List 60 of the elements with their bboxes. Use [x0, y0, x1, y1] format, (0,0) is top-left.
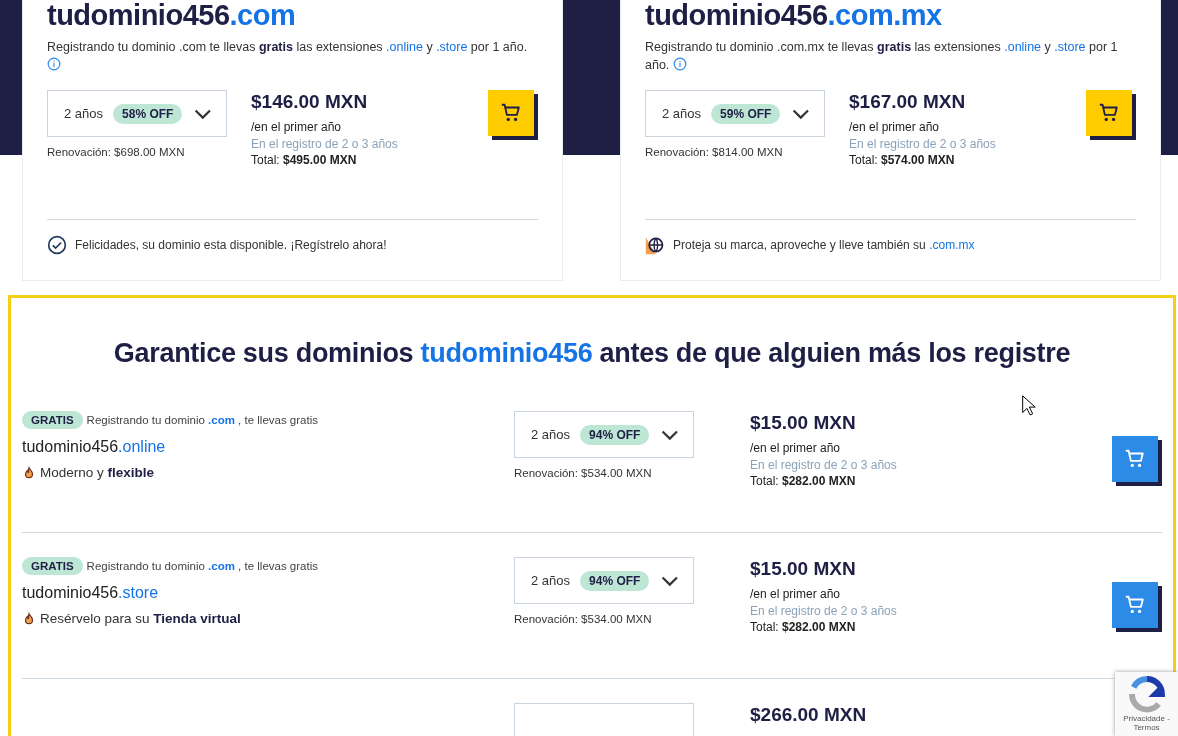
- discount-badge: 58% OFF: [113, 103, 183, 124]
- cart-icon: [1098, 102, 1120, 124]
- cart-icon: [1124, 448, 1146, 470]
- notice-text: Felicidades, su dominio esta disponible. ¡Regístrelo ahora!: [75, 238, 387, 252]
- price-text: $146.00 MXN: [251, 90, 369, 114]
- price-text: $15.00 MXN: [750, 411, 857, 435]
- info-icon: [47, 57, 61, 71]
- description-text: Registrando tu dominio .com.mx te llevas gratis las extensiones .online y .store por 1 año.: [645, 39, 1119, 74]
- domain-name[interactable]: tudominio456.online: [22, 438, 166, 456]
- domain-name[interactable]: tudominio456.store: [22, 584, 159, 602]
- extension-link[interactable]: .store: [436, 40, 468, 54]
- info-icon: [672, 57, 687, 71]
- free-badge: GRATIS: [22, 411, 83, 429]
- discount-badge: 94% OFF: [580, 570, 650, 591]
- promo-text: Registrando tu dominio .com , te llevas gratis: [86, 560, 318, 572]
- price-note: /en el primer año: [849, 120, 941, 134]
- renewal-text: Renovación: $814.00 MXN: [645, 146, 784, 158]
- feature-text: Moderno y flexible: [40, 465, 155, 480]
- extension-link[interactable]: .online: [386, 40, 423, 54]
- extension-link[interactable]: .store: [1054, 40, 1086, 54]
- feature-text: Resérvelo para su Tienda virtual: [40, 611, 241, 626]
- flame-icon: [22, 465, 36, 480]
- description-text: Registrando tu dominio .com te llevas gratis las extensiones .online y .store por 1 año.: [47, 38, 538, 74]
- discount-badge: 94% OFF: [580, 424, 650, 445]
- years-dropdown[interactable]: 2 años 94% OFF: [514, 557, 694, 604]
- domain-title: tudominio456.com.mx: [645, 0, 943, 30]
- renewal-text: Renovación: $534.00 MXN: [514, 467, 653, 479]
- total-text: Total: $495.00 MXN: [251, 153, 358, 167]
- price-note: /en el primer año: [251, 120, 343, 134]
- check-circle-icon: [47, 235, 67, 255]
- price-text: $15.00 MXN: [750, 557, 857, 581]
- price-note: /en el primer año: [750, 587, 842, 601]
- promo-text: Registrando tu dominio .com , te llevas gratis: [86, 414, 318, 426]
- section-heading: Garantice sus dominios tudominio456 antes de que alguien más los registre: [112, 338, 1072, 369]
- discount-badge: 59% OFF: [711, 103, 781, 124]
- total-text: Total: $282.00 MXN: [750, 474, 857, 488]
- extension-link[interactable]: .online: [1004, 40, 1042, 54]
- years-dropdown[interactable]: 2 años 59% OFF: [645, 90, 825, 137]
- term-note: En el registro de 2 o 3 años: [750, 604, 898, 618]
- price-text: $266.00 MXN: [750, 703, 868, 727]
- total-text: Total: $282.00 MXN: [750, 620, 857, 634]
- domain-link[interactable]: .com.mx: [929, 238, 975, 252]
- domain-title: tudominio456.com: [47, 0, 297, 30]
- price-note: /en el primer año: [750, 441, 842, 455]
- free-badge: GRATIS: [22, 557, 83, 575]
- globe-icon: [645, 235, 665, 255]
- flame-icon: [22, 611, 36, 626]
- total-text: Total: $574.00 MXN: [849, 153, 956, 167]
- years-dropdown[interactable]: 2 años 58% OFF: [47, 90, 227, 137]
- renewal-text: Renovación: $534.00 MXN: [514, 613, 653, 625]
- price-text: $167.00 MXN: [849, 90, 967, 114]
- renewal-text: Renovación: $698.00 MXN: [47, 146, 186, 158]
- term-note: En el registro de 2 o 3 años: [750, 458, 898, 472]
- cart-icon: [500, 102, 522, 124]
- term-note: En el registro de 2 o 3 años: [251, 137, 399, 151]
- cart-icon: [1124, 594, 1146, 616]
- notice-text: Proteja su marca, aproveche y lleve también su .com.mx: [673, 238, 975, 252]
- recaptcha-badge[interactable]: Privacidade - Termos: [1115, 672, 1178, 736]
- years-dropdown[interactable]: 2 años 94% OFF: [514, 411, 694, 458]
- term-note: En el registro de 2 o 3 años: [849, 137, 997, 151]
